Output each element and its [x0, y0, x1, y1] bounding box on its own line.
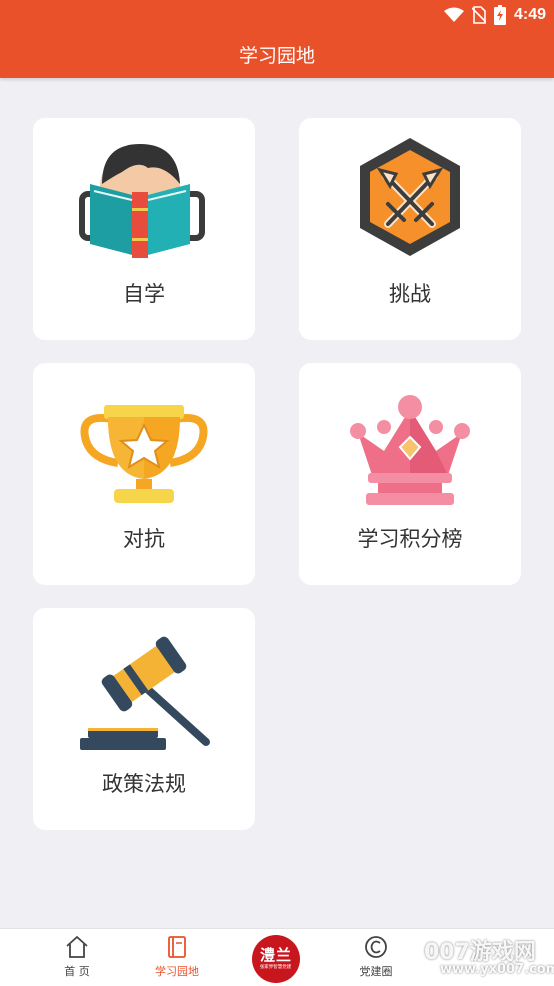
center-logo-button[interactable]: 澧兰 张家界智慧党建	[252, 935, 300, 983]
reading-book-icon	[79, 144, 205, 258]
logo-subtitle: 张家界智慧党建	[260, 964, 292, 970]
wifi-icon	[443, 7, 464, 22]
nav-label: 首 页	[64, 965, 90, 978]
status-bar: 4:49	[0, 0, 554, 30]
trophy-icon	[80, 405, 208, 503]
nav-label: 党建圈	[359, 965, 393, 978]
status-icons: 4:49	[443, 4, 546, 26]
card-label: 学习积分榜	[357, 527, 463, 551]
nav-item-party-circle[interactable]: 党建圈	[326, 929, 426, 986]
book-icon	[168, 936, 186, 958]
page-title: 学习园地	[238, 44, 315, 67]
app-bar: 学习园地	[0, 30, 554, 78]
status-time: 4:49	[513, 6, 546, 23]
no-sim-icon	[471, 6, 486, 24]
card-label: 对抗	[123, 527, 165, 551]
circle-c-icon	[365, 936, 387, 958]
card-policies[interactable]: 政策法规	[33, 608, 255, 830]
card-leaderboard[interactable]: 学习积分榜	[299, 363, 521, 585]
nav-label: 学习园地	[155, 965, 199, 978]
logo-title: 澧兰	[259, 946, 292, 964]
nav-item-home[interactable]: 首 页	[27, 929, 127, 986]
gavel-icon	[80, 636, 210, 750]
card-confrontation[interactable]: 对抗	[33, 363, 255, 585]
nav-item-study[interactable]: 学习园地	[127, 929, 227, 986]
card-label: 政策法规	[102, 772, 186, 796]
home-icon	[66, 936, 88, 958]
card-label: 挑战	[389, 282, 431, 306]
card-challenge[interactable]: 挑战	[299, 118, 521, 340]
crossed-swords-icon	[360, 138, 460, 256]
battery-charging-icon	[493, 5, 506, 25]
card-self-study[interactable]: 自学	[33, 118, 255, 340]
crown-icon	[350, 395, 470, 505]
card-label: 自学	[123, 282, 165, 306]
